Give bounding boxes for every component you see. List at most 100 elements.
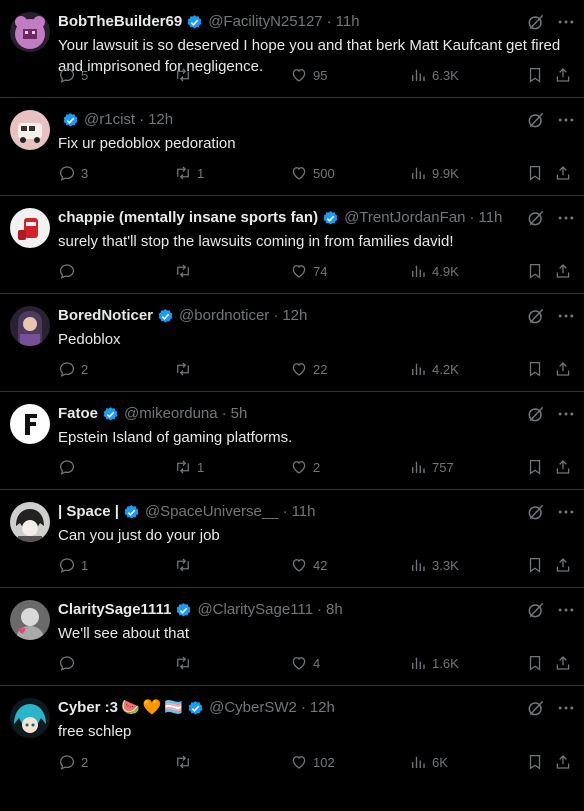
tweet[interactable]: ClaritySage1111 @ClaritySage111 · 8h We'…	[0, 588, 584, 686]
retweet-button[interactable]	[174, 359, 197, 379]
retweet-button[interactable]	[174, 752, 197, 772]
share-button[interactable]	[554, 752, 577, 772]
like-button[interactable]: 102	[290, 752, 335, 772]
more-icon[interactable]	[556, 110, 576, 130]
timestamp[interactable]: 12h	[148, 111, 173, 129]
bookmark-button[interactable]	[526, 359, 549, 379]
avatar[interactable]	[10, 208, 50, 248]
like-button[interactable]: 74	[290, 261, 327, 281]
more-icon[interactable]	[556, 306, 576, 326]
retweet-button[interactable]	[174, 65, 197, 85]
avatar[interactable]	[10, 404, 50, 444]
timestamp[interactable]: 5h	[231, 405, 248, 423]
handle[interactable]: @CyberSW2	[209, 699, 297, 717]
timestamp[interactable]: 8h	[326, 601, 343, 619]
share-button[interactable]	[554, 65, 577, 85]
avatar[interactable]	[10, 698, 50, 738]
handle[interactable]: @r1cist	[84, 111, 135, 129]
like-button[interactable]: 4	[290, 653, 320, 673]
bookmark-button[interactable]	[526, 457, 549, 477]
reply-button[interactable]	[58, 653, 81, 673]
views-button[interactable]: 6K	[409, 752, 448, 772]
bookmark-button[interactable]	[526, 65, 549, 85]
display-name[interactable]: chappie (mentally insane sports fan)	[58, 209, 318, 227]
grok-icon[interactable]	[526, 208, 546, 228]
more-icon[interactable]	[556, 208, 576, 228]
grok-icon[interactable]	[526, 110, 546, 130]
share-button[interactable]	[554, 653, 577, 673]
reply-button[interactable]: 2	[58, 359, 88, 379]
reply-button[interactable]: 5	[58, 65, 88, 85]
reply-button[interactable]: 3	[58, 163, 88, 183]
timestamp[interactable]: 11h	[336, 13, 360, 31]
bookmark-button[interactable]	[526, 163, 549, 183]
timestamp[interactable]: 11h	[292, 503, 316, 521]
share-button[interactable]	[554, 555, 577, 575]
tweet[interactable]: chappie (mentally insane sports fan) @Tr…	[0, 196, 584, 294]
reply-button[interactable]	[58, 261, 81, 281]
tweet[interactable]: BoredNoticer @bordnoticer · 12h Pedoblox…	[0, 294, 584, 392]
display-name[interactable]: BoredNoticer	[58, 307, 153, 325]
grok-icon[interactable]	[526, 12, 546, 32]
tweet[interactable]: Fatoe @mikeorduna · 5h Epstein Island of…	[0, 392, 584, 490]
share-button[interactable]	[554, 163, 577, 183]
timestamp[interactable]: 11h	[478, 209, 502, 227]
reply-button[interactable]	[58, 457, 81, 477]
share-button[interactable]	[554, 457, 577, 477]
display-name[interactable]: ClaritySage1111	[58, 601, 171, 619]
handle[interactable]: @mikeorduna	[124, 405, 218, 423]
grok-icon[interactable]	[526, 502, 546, 522]
tweet[interactable]: BobTheBuilder69 @FacilityN25127 · 11h Yo…	[0, 0, 584, 98]
timestamp[interactable]: 12h	[310, 699, 335, 717]
display-name[interactable]: BobTheBuilder69	[58, 13, 182, 31]
avatar[interactable]	[10, 12, 50, 52]
like-button[interactable]: 2	[290, 457, 320, 477]
views-button[interactable]: 3.3K	[409, 555, 459, 575]
handle[interactable]: @FacilityN25127	[208, 13, 322, 31]
views-button[interactable]: 4.9K	[409, 261, 459, 281]
more-icon[interactable]	[556, 12, 576, 32]
avatar[interactable]	[10, 306, 50, 346]
retweet-button[interactable]	[174, 261, 197, 281]
grok-icon[interactable]	[526, 600, 546, 620]
more-icon[interactable]	[556, 600, 576, 620]
views-button[interactable]: 6.3K	[409, 65, 459, 85]
bookmark-button[interactable]	[526, 261, 549, 281]
handle[interactable]: @TrentJordanFan	[344, 209, 465, 227]
more-icon[interactable]	[556, 404, 576, 424]
grok-icon[interactable]	[526, 404, 546, 424]
tweet[interactable]: Cyber :3 🍉 🧡 🏳️‍⚧️ @CyberSW2 · 12h free …	[0, 686, 584, 784]
avatar[interactable]	[10, 502, 50, 542]
retweet-button[interactable]	[174, 653, 197, 673]
display-name[interactable]: Fatoe	[58, 405, 98, 423]
retweet-button[interactable]	[174, 555, 197, 575]
bookmark-button[interactable]	[526, 555, 549, 575]
views-button[interactable]: 757	[409, 457, 454, 477]
share-button[interactable]	[554, 261, 577, 281]
avatar[interactable]	[10, 600, 50, 640]
reply-button[interactable]: 1	[58, 555, 88, 575]
like-button[interactable]: 42	[290, 555, 327, 575]
handle[interactable]: @bordnoticer	[179, 307, 269, 325]
views-button[interactable]: 9.9K	[409, 163, 459, 183]
views-button[interactable]: 4.2K	[409, 359, 459, 379]
bookmark-button[interactable]	[526, 653, 549, 673]
timestamp[interactable]: 12h	[282, 307, 307, 325]
display-name[interactable]: Cyber :3	[58, 699, 118, 717]
handle[interactable]: @SpaceUniverse__	[145, 503, 279, 521]
retweet-button[interactable]: 1	[174, 163, 204, 183]
like-button[interactable]: 22	[290, 359, 327, 379]
retweet-button[interactable]: 1	[174, 457, 204, 477]
grok-icon[interactable]	[526, 306, 546, 326]
grok-icon[interactable]	[526, 698, 546, 718]
tweet[interactable]: | Space | @SpaceUniverse__ · 11h Can you…	[0, 490, 584, 588]
tweet[interactable]: @r1cist · 12h Fix ur pedoblox pedoration…	[0, 98, 584, 196]
views-button[interactable]: 1.6K	[409, 653, 459, 673]
bookmark-button[interactable]	[526, 752, 549, 772]
share-button[interactable]	[554, 359, 577, 379]
handle[interactable]: @ClaritySage111	[197, 601, 313, 619]
more-icon[interactable]	[556, 698, 576, 718]
like-button[interactable]: 500	[290, 163, 335, 183]
display-name[interactable]: | Space |	[58, 503, 119, 521]
avatar[interactable]	[10, 110, 50, 150]
